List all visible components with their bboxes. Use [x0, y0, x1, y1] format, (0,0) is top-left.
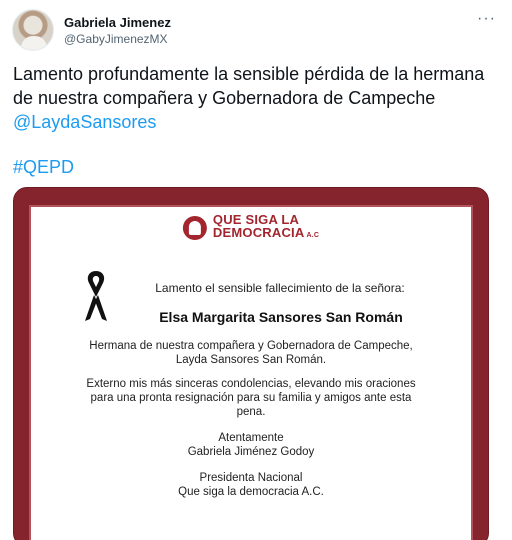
- logo-suffix: A.C: [306, 232, 320, 239]
- hashtag-link[interactable]: #QEPD: [13, 157, 74, 177]
- card-signature-title: Presidenta Nacional Que siga la democrac…: [31, 471, 471, 499]
- closing-line-2: Gabriela Jiménez Godoy: [187, 446, 315, 458]
- tweet-header: Gabriela Jimenez @GabyJimenezMX ···: [12, 8, 500, 52]
- tweet-text-body: Lamento profundamente la sensible pérdid…: [13, 64, 485, 108]
- card-paragraph-2: Externo mis más sinceras condolencias, e…: [31, 377, 471, 419]
- more-options-icon[interactable]: ···: [477, 10, 496, 28]
- logo-text: QUE SIGA LA DEMOCRACIA A.C: [213, 213, 319, 242]
- deceased-name: Elsa Margarita Sansores San Román: [159, 309, 403, 325]
- author-names: Gabriela Jimenez @GabyJimenezMX: [64, 14, 171, 47]
- paragraph-2-line-2: para una pronta resignación para su fami…: [90, 392, 412, 404]
- display-name[interactable]: Gabriela Jimenez: [64, 14, 171, 31]
- paragraph-1-line-1: Hermana de nuestra compañera y Gobernado…: [89, 340, 413, 352]
- avatar[interactable]: [12, 9, 54, 51]
- mention-link[interactable]: @LaydaSansores: [13, 112, 156, 132]
- logo-mark-icon: [182, 215, 207, 240]
- que-siga-la-democracia-logo: QUE SIGA LA DEMOCRACIA A.C: [182, 213, 319, 242]
- logo-line2: DEMOCRACIA A.C: [212, 225, 320, 240]
- card-body: Lamento el sensible fallecimiento de la …: [31, 281, 471, 499]
- card-paragraph-1: Hermana de nuestra compañera y Gobernado…: [31, 339, 471, 367]
- hashtag-line: #QEPD: [13, 155, 74, 179]
- card-lead: Lamento el sensible fallecimiento de la …: [155, 281, 405, 295]
- condolence-card: QUE SIGA LA DEMOCRACIA A.C Lamento el sen…: [29, 205, 473, 540]
- tweet: Gabriela Jimenez @GabyJimenezMX ··· Lame…: [0, 0, 512, 540]
- title-line-1: Presidenta Nacional: [199, 472, 303, 484]
- card-closing: Atentamente Gabriela Jiménez Godoy: [31, 431, 471, 459]
- tweet-text: Lamento profundamente la sensible pérdid…: [13, 62, 498, 134]
- paragraph-2-line-3: pena.: [236, 406, 266, 418]
- closing-line-1: Atentamente: [218, 432, 284, 444]
- paragraph-1-line-2: Layda Sansores San Román.: [175, 354, 327, 366]
- paragraph-2-line-1: Externo mis más sinceras condolencias, e…: [86, 378, 416, 390]
- user-handle[interactable]: @GabyJimenezMX: [64, 31, 171, 47]
- tweet-media[interactable]: QUE SIGA LA DEMOCRACIA A.C Lamento el sen…: [13, 187, 489, 540]
- title-line-2: Que siga la democracia A.C.: [178, 486, 324, 498]
